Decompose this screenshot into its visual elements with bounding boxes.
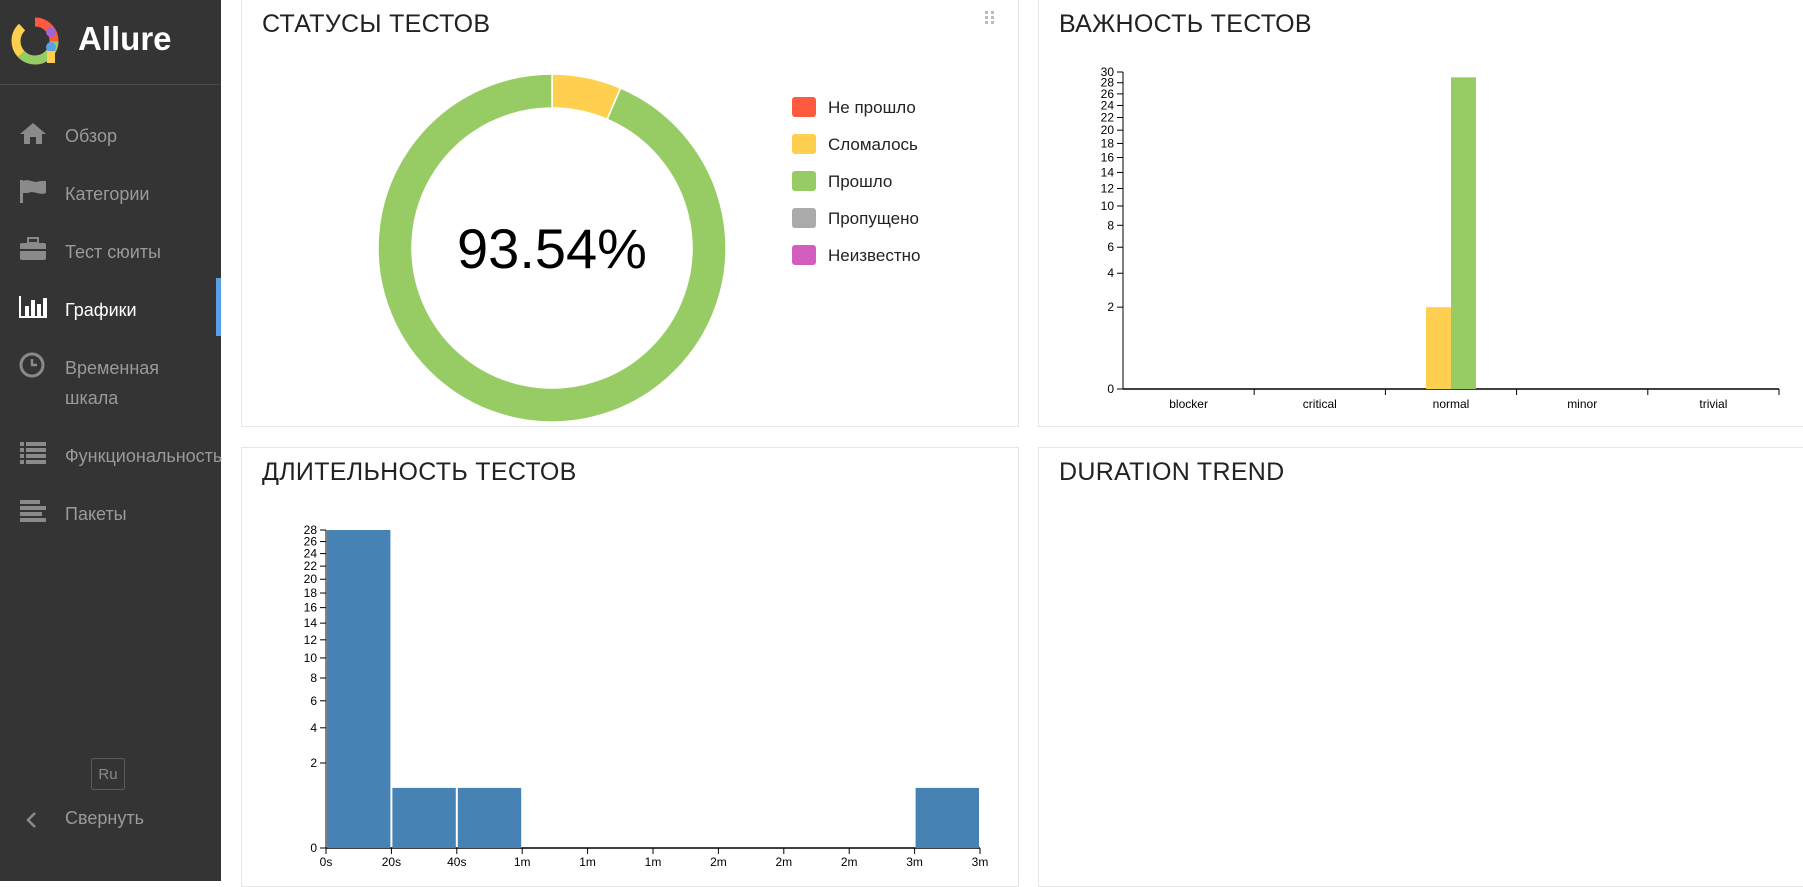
legend-label: Пропущено — [828, 209, 919, 228]
duration-bar — [915, 787, 979, 848]
x-tick-label: 2m — [710, 855, 727, 869]
status-donut-chart: 93.54% — [377, 73, 727, 423]
y-tick-label: 10 — [304, 651, 318, 665]
brand[interactable]: Allure — [0, 0, 221, 85]
duration-histogram-chart: 02468101214161820222426280s 20s 40s 1m 1m 1m 2… — [304, 523, 989, 869]
severity-bar — [1426, 307, 1451, 389]
language-button[interactable]: Ru — [91, 758, 125, 790]
duration-bar — [392, 787, 456, 848]
sidebar-item-label: Временная шкала — [65, 358, 160, 408]
sidebar-item-categories[interactable]: Категории — [0, 162, 221, 220]
allure-logo-icon — [11, 17, 59, 65]
sidebar-item-overview[interactable]: Обзор — [0, 104, 221, 162]
y-tick-label: 22 — [304, 559, 318, 573]
y-tick-label: 24 — [304, 547, 318, 561]
x-tick-label: 1m — [514, 855, 531, 869]
x-tick-label: normal — [1433, 397, 1470, 411]
legend-label: Неизвестно — [828, 246, 921, 265]
sidebar-item-label: Тест сюиты — [65, 242, 161, 262]
legend-swatch — [792, 245, 816, 265]
x-tick-label: 40s — [447, 855, 466, 869]
briefcase-icon — [20, 237, 46, 260]
y-tick-label: 18 — [1101, 136, 1115, 150]
y-tick-label: 22 — [1101, 111, 1115, 125]
y-tick-label: 30 — [1101, 65, 1115, 79]
y-tick-label: 6 — [1107, 240, 1114, 254]
sidebar: Allure Обзор Категории Тест сюиты График… — [0, 0, 223, 881]
home-icon — [20, 123, 46, 144]
y-tick-label: 12 — [304, 633, 318, 647]
x-tick-label: 3m — [906, 855, 923, 869]
y-tick-label: 8 — [310, 671, 317, 685]
severity-bar-chart: 024681012141618202224262830blocker critic… — [1101, 65, 1780, 411]
sidebar-item-label: Функциональность — [65, 446, 223, 466]
x-tick-label: 3m — [972, 855, 989, 869]
list-icon — [20, 442, 46, 464]
legend-label: Прошло — [828, 172, 893, 191]
y-tick-label: 0 — [310, 841, 317, 855]
flag-icon — [20, 180, 46, 203]
duration-bar — [457, 787, 522, 848]
y-tick-label: 10 — [1101, 199, 1115, 213]
sidebar-item-label: Пакеты — [65, 504, 127, 524]
y-tick-label: 2 — [310, 756, 317, 770]
y-tick-label: 20 — [1101, 123, 1115, 137]
y-tick-label: 20 — [304, 572, 318, 586]
y-tick-label: 4 — [310, 721, 317, 735]
legend-label: Сломалось — [828, 135, 918, 154]
x-tick-label: trivial — [1699, 397, 1727, 411]
collapse-label: Свернуть — [65, 808, 144, 828]
legend-swatch — [792, 171, 816, 191]
y-tick-label: 28 — [304, 523, 318, 537]
y-tick-label: 0 — [1107, 382, 1114, 396]
x-tick-label: 2m — [775, 855, 792, 869]
x-tick-label: 2m — [841, 855, 858, 869]
y-tick-label: 16 — [1101, 150, 1115, 164]
sidebar-item-label: Категории — [65, 184, 150, 204]
duration-bar — [327, 530, 391, 848]
y-tick-label: 14 — [1101, 165, 1115, 179]
y-tick-label: 4 — [1107, 266, 1114, 280]
clock-icon — [19, 352, 45, 378]
sidebar-item-timeline[interactable]: Временная шкала — [0, 336, 221, 424]
severity-bar — [1451, 77, 1476, 389]
duration-chart-panel: ДЛИТЕЛЬНОСТЬ ТЕСТОВ 0 2 4 6 8 10 12 14 16 18 20 22 2… — [241, 447, 1019, 887]
sidebar-item-label: Обзор — [65, 126, 117, 146]
x-tick-label: 1m — [579, 855, 596, 869]
app-name: Allure — [78, 20, 172, 57]
x-tick-label: 1m — [645, 855, 662, 869]
legend-swatch — [792, 208, 816, 228]
align-left-icon — [20, 500, 46, 522]
y-tick-label: 2 — [1107, 300, 1114, 314]
duration-trend-panel: DURATION TREND — [1038, 447, 1803, 887]
donut-center-value: 93.54% — [457, 217, 647, 280]
x-tick-label: 0s — [320, 855, 333, 869]
chevron-left-icon — [26, 812, 36, 828]
bar-chart-icon — [19, 296, 47, 318]
y-tick-label: 12 — [1101, 182, 1115, 196]
severity-chart-panel: ВАЖНОСТЬ ТЕСТОВ 0 2 4 6 8 10 12 14 16 18 20 22 24 26 2… — [1038, 0, 1803, 427]
x-tick-label: 20s — [382, 855, 401, 869]
panel-title: СТАТУСЫ ТЕСТОВ — [262, 10, 491, 38]
drag-handle-icon[interactable] — [984, 10, 996, 24]
y-tick-label: 18 — [304, 586, 318, 600]
x-tick-label: critical — [1303, 397, 1337, 411]
status-chart-panel: СТАТУСЫ ТЕСТОВ 93.54% Не прошло Сломалось… — [241, 0, 1019, 427]
sidebar-item-packages[interactable]: Пакеты — [0, 482, 221, 540]
y-tick-label: 16 — [304, 601, 318, 615]
sidebar-item-label: Графики — [65, 300, 137, 320]
legend-label: Не прошло — [828, 98, 916, 117]
sidebar-item-graphs[interactable]: Графики — [0, 278, 221, 336]
x-tick-label: minor — [1567, 397, 1597, 411]
y-tick-label: 8 — [1107, 218, 1114, 232]
x-tick-label: blocker — [1169, 397, 1208, 411]
collapse-button[interactable]: Свернуть — [0, 800, 221, 840]
legend-swatch — [792, 134, 816, 154]
panel-title: DURATION TREND — [1059, 458, 1285, 486]
sidebar-item-suites[interactable]: Тест сюиты — [0, 220, 221, 278]
sidebar-item-behaviors[interactable]: Функциональность — [0, 424, 223, 482]
y-tick-label: 6 — [310, 694, 317, 708]
y-tick-label: 14 — [304, 616, 318, 630]
legend-swatch — [792, 97, 816, 117]
